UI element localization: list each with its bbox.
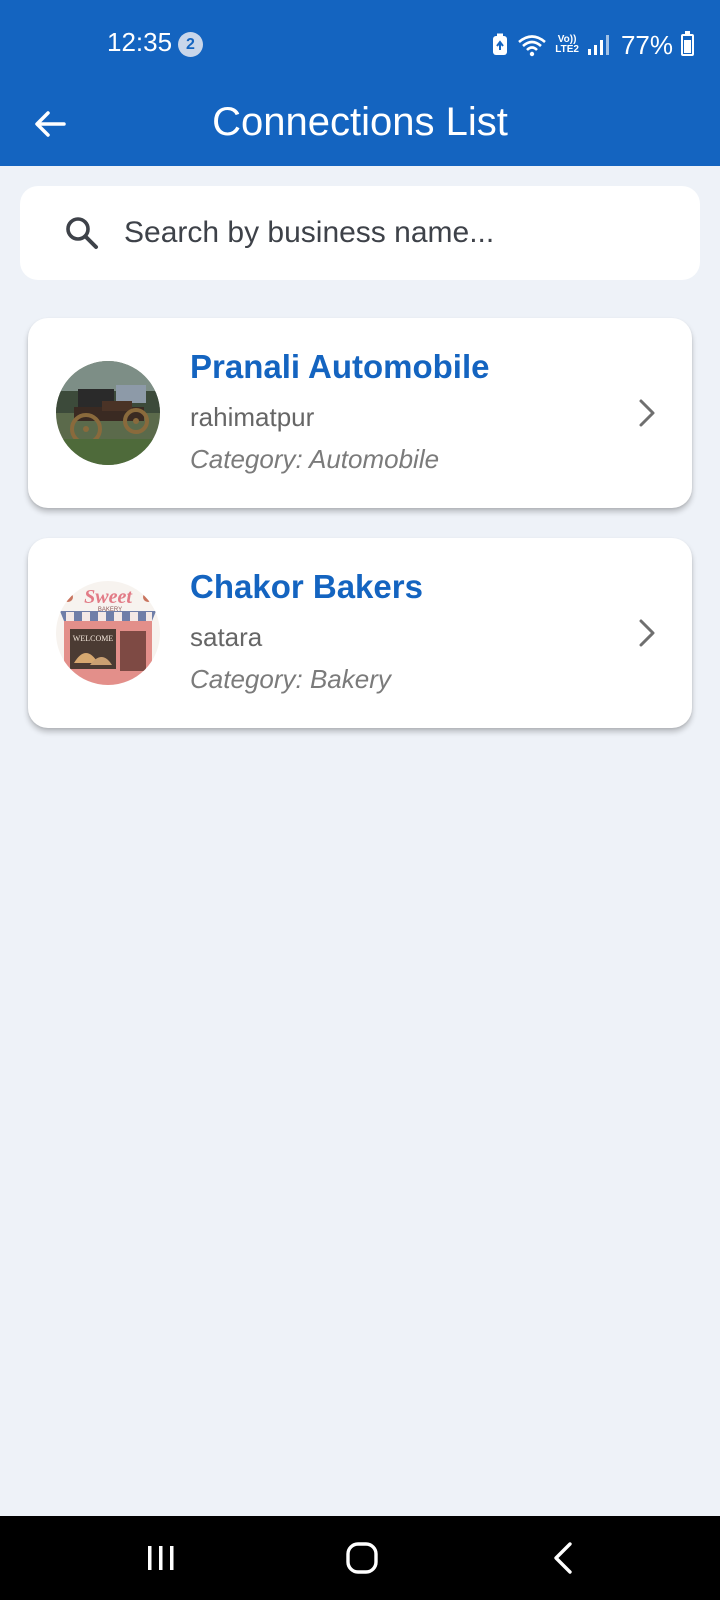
recent-apps-icon [148, 1546, 174, 1570]
home-icon [346, 1542, 378, 1574]
system-nav-bar [0, 1516, 720, 1600]
battery-icon [681, 31, 694, 56]
search-input[interactable] [124, 216, 684, 250]
business-avatar [56, 361, 160, 465]
status-icons: Vo)) LTE2 77% [491, 28, 694, 62]
business-city: satara [190, 622, 263, 652]
chevron-right-icon [639, 399, 655, 427]
app-screen: 12:35 2 Vo)) LTE2 77% Connections List S… [0, 0, 720, 1600]
business-avatar: WELCOME Sweet BAKERY [56, 581, 160, 685]
bakery-sign: BAKERY [98, 607, 122, 613]
business-category: Category: Automobile [190, 444, 440, 474]
status-time: 12:35 [107, 27, 173, 57]
connection-card[interactable]: WELCOME Sweet BAKERY Chakor Bakers satar… [28, 538, 692, 728]
header: 12:35 2 Vo)) LTE2 77% Connections List [0, 0, 720, 166]
status-bar: 12:35 2 Vo)) LTE2 77% [0, 0, 720, 90]
signal-icon [587, 33, 609, 57]
chevron-left-icon [554, 1542, 572, 1574]
recent-apps-button[interactable] [141, 1538, 181, 1578]
sweet-sign: Sweet [84, 586, 133, 608]
home-button[interactable] [342, 1538, 382, 1578]
battery-percent: 77% [620, 29, 673, 60]
notification-count-badge: 2 [178, 32, 203, 57]
vintage-car-photo [56, 361, 160, 465]
business-name: Pranali Automobile [190, 348, 490, 385]
system-back-button[interactable] [544, 1538, 584, 1578]
connection-card[interactable]: Pranali Automobile rahimatpur Category: … [28, 318, 692, 508]
business-category: Category: Bakery [190, 664, 391, 694]
search-bar[interactable] [20, 186, 700, 280]
lte-label: LTE2 [555, 44, 579, 55]
sweet-bakery-storefront: WELCOME Sweet BAKERY [56, 581, 160, 685]
volte-indicator: Vo)) LTE2 [555, 35, 579, 55]
welcome-sign: WELCOME [73, 634, 114, 643]
business-name: Chakor Bakers [190, 568, 423, 605]
search-icon [66, 217, 98, 249]
battery-saver-icon [491, 33, 509, 57]
app-bar: Connections List [0, 90, 720, 166]
chevron-right-icon [639, 619, 655, 647]
wifi-icon [517, 33, 547, 57]
page-title: Connections List [212, 100, 508, 144]
business-city: rahimatpur [190, 402, 315, 432]
